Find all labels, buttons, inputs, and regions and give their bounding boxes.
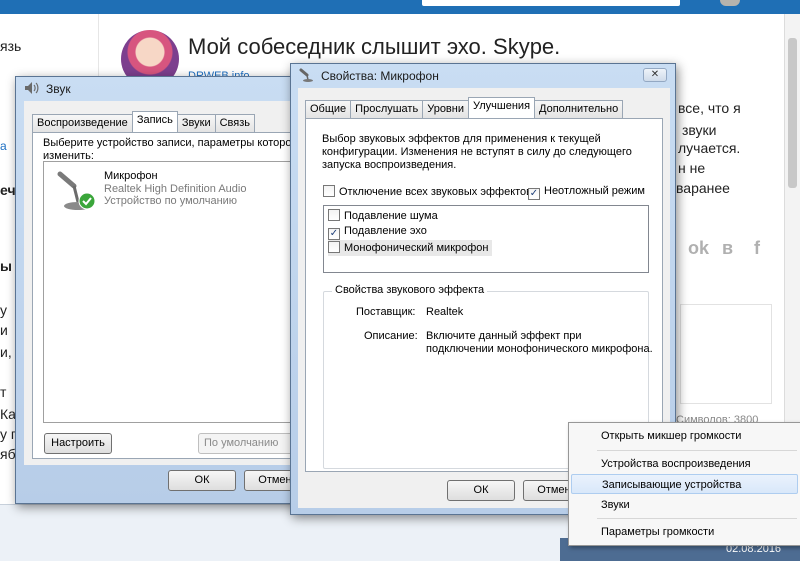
menu-separator xyxy=(597,450,797,451)
user-avatar[interactable] xyxy=(720,0,740,6)
device-list[interactable]: Микрофон Realtek High Definition Audio У… xyxy=(43,161,303,423)
effect-item-mono[interactable]: Монофонический микрофон xyxy=(328,240,492,256)
tab-general[interactable]: Общие xyxy=(305,100,352,118)
checkmark-icon[interactable]: ✓ xyxy=(528,188,540,200)
instruction-text: Выберите устройство записи, параметры ко… xyxy=(43,137,291,163)
menu-item-playback-devices[interactable]: Устройства воспроизведения xyxy=(571,454,798,474)
effect-item-echo[interactable]: ✓ Подавление эхо xyxy=(328,225,427,240)
tab-strip: Общие Прослушать Уровни Улучшения Дополн… xyxy=(305,97,624,118)
tab-panel: Выбор звуковых эффектов для применения к… xyxy=(305,118,663,472)
sidebar-text: т xyxy=(0,384,7,400)
disable-all-checkbox[interactable]: Отключение всех звуковых эффектов xyxy=(323,185,532,199)
sound-dialog: Звук Воспроизведение Запись Звуки Связь … xyxy=(15,76,335,504)
sidebar-text: ы xyxy=(0,258,12,274)
sidebar-link[interactable]: а xyxy=(0,139,7,153)
ok-button[interactable]: ОК xyxy=(168,470,236,491)
effect-item-noise[interactable]: Подавление шума xyxy=(328,209,438,223)
instruction-line: Выберите устройство записи, параметры ко… xyxy=(43,137,292,149)
title-bar[interactable]: Свойства: Микрофон xyxy=(291,64,675,88)
facebook-icon[interactable]: f xyxy=(754,238,760,259)
menu-separator xyxy=(597,518,797,519)
tab-strip: Воспроизведение Запись Звуки Связь xyxy=(32,111,256,132)
effect-label: Монофонический микрофон xyxy=(344,242,489,254)
device-name: Микрофон xyxy=(104,170,158,182)
checkbox-label: Неотложный режим xyxy=(544,185,645,197)
tab-listen[interactable]: Прослушать xyxy=(350,100,424,118)
window-title: Звук xyxy=(46,82,71,96)
default-check-icon xyxy=(78,192,96,213)
checkbox-box[interactable] xyxy=(328,241,340,253)
browser-header xyxy=(0,0,800,14)
tray-context-menu: Открыть микшер громкости Устройства восп… xyxy=(568,422,800,546)
close-button[interactable]: ✕ xyxy=(643,68,667,82)
checkbox-label: Отключение всех звуковых эффектов xyxy=(339,186,532,198)
effect-label: Подавление шума xyxy=(344,210,438,222)
tab-advanced[interactable]: Дополнительно xyxy=(534,100,624,118)
tab-recording[interactable]: Запись xyxy=(131,111,178,132)
checkmark-icon[interactable]: ✓ xyxy=(328,228,340,240)
article-text: лучается. xyxy=(678,140,741,156)
search-box[interactable] xyxy=(422,0,680,6)
vk-icon[interactable]: в xyxy=(722,238,733,259)
description-line: запуска воспроизведения. xyxy=(322,159,457,171)
checkbox-box[interactable] xyxy=(323,185,335,197)
article-text: все, что я xyxy=(678,100,741,116)
tab-sounds[interactable]: Звуки xyxy=(176,114,216,132)
menu-item-recording-devices[interactable]: Записывающие устройства xyxy=(571,474,798,494)
tab-communications[interactable]: Связь xyxy=(214,114,256,132)
scrollbar-thumb[interactable] xyxy=(788,38,797,188)
checkbox-box[interactable] xyxy=(328,209,340,221)
article-text: варанее xyxy=(676,180,730,196)
effects-list[interactable]: Подавление шума ✓ Подавление эхо Монофони… xyxy=(323,205,649,273)
article-text: н не xyxy=(678,160,706,176)
tab-enhancements[interactable]: Улучшения xyxy=(468,97,536,118)
description-value-line: Включите данный эффект при xyxy=(426,330,582,342)
immediate-mode-checkbox[interactable]: ✓ Неотложный режим xyxy=(528,185,645,200)
speaker-icon xyxy=(24,81,40,98)
article-title: Мой собеседник слышит эхо. Skype. xyxy=(188,34,561,59)
device-driver: Realtek High Definition Audio xyxy=(104,183,247,195)
window-title: Свойства: Микрофон xyxy=(321,69,439,83)
sidebar-text: и, xyxy=(0,344,12,360)
provider-value: Realtek xyxy=(426,306,464,318)
menu-item-volume-settings[interactable]: Параметры громкости xyxy=(571,522,798,542)
configure-button[interactable]: Настроить xyxy=(44,433,112,454)
sidebar-text: Ка xyxy=(0,406,16,422)
group-title: Свойства звукового эффекта xyxy=(332,284,488,296)
sidebar-text: у xyxy=(0,302,7,318)
tab-levels[interactable]: Уровни xyxy=(422,100,469,118)
menu-item-open-mixer[interactable]: Открыть микшер громкости xyxy=(571,426,798,446)
ok-icon[interactable]: ok xyxy=(688,238,709,259)
description-line: Выбор звуковых эффектов для применения к… xyxy=(322,133,601,145)
description-line: конфигурации. Изменения не вступят в сил… xyxy=(322,146,632,158)
sidebar-text: и xyxy=(0,322,8,338)
description-value: Включите данный эффект при подключении м… xyxy=(426,330,653,356)
description-text: Выбор звуковых эффектов для применения к… xyxy=(322,133,632,172)
effect-label: Подавление эхо xyxy=(344,225,427,237)
provider-label: Поставщик: xyxy=(356,306,416,318)
default-select[interactable]: По умолчанию xyxy=(198,433,298,454)
sidebar-text: язь xyxy=(0,38,22,54)
tab-playback[interactable]: Воспроизведение xyxy=(32,114,133,132)
article-text: звуки xyxy=(682,122,717,138)
description-value-line: подключении монофонического микрофона. xyxy=(426,343,653,355)
comment-box[interactable] xyxy=(680,304,772,404)
device-item-microphone[interactable]: Микрофон Realtek High Definition Audio У… xyxy=(46,164,301,212)
menu-item-sounds[interactable]: Звуки xyxy=(571,495,798,515)
description-label: Описание: xyxy=(364,330,418,342)
ok-button[interactable]: ОК xyxy=(447,480,515,501)
title-bar[interactable]: Звук xyxy=(16,77,334,101)
microphone-small-icon xyxy=(299,68,315,85)
device-status: Устройство по умолчанию xyxy=(104,195,238,207)
